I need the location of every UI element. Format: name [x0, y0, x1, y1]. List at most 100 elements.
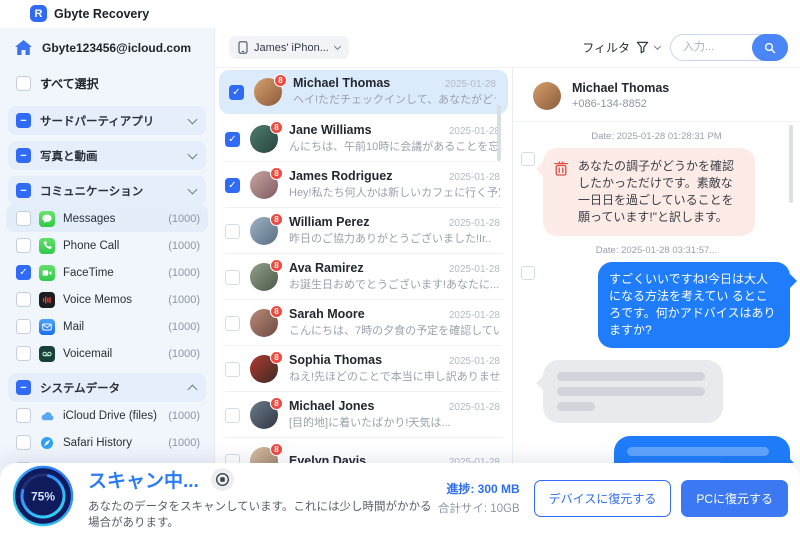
message-date: Date: 2025-01-28 01:28:31 PM: [591, 131, 722, 142]
safari-history-checkbox[interactable]: [16, 435, 31, 450]
sidebar-item-label: Voicemail: [63, 347, 113, 360]
item-count: (1000): [168, 266, 200, 279]
chat-contact-phone: +086-134-8852: [572, 98, 647, 110]
voicemail-checkbox[interactable]: [16, 346, 31, 361]
sidebar-item-icloud-drive[interactable]: iCloud Drive (files) (1000): [0, 402, 214, 429]
redacted-line: [557, 387, 705, 396]
chat-scrollbar[interactable]: [789, 125, 793, 203]
group-third-party-checkbox[interactable]: [16, 113, 31, 128]
contact-name: Michael Jones: [289, 399, 375, 413]
group-photos[interactable]: 写真と動画: [8, 141, 206, 170]
icloud-drive-checkbox[interactable]: [16, 408, 31, 423]
filter-control[interactable]: フィルタ: [582, 39, 662, 56]
search-input[interactable]: [683, 36, 753, 58]
avatar: 8: [250, 443, 283, 463]
select-all-row[interactable]: すべて選択: [0, 65, 214, 100]
unread-badge: 8: [274, 74, 287, 87]
avatar: 8: [250, 397, 283, 429]
thread-row[interactable]: 8 Ava Ramirez 2025-01-28 お誕生日おめでとうございます!あな…: [215, 254, 512, 300]
group-communication[interactable]: コミュニケーション: [8, 176, 206, 205]
list-scrollbar[interactable]: [497, 105, 501, 161]
thread-row[interactable]: 8 Evelyn Davis 2025-01-28: [215, 438, 512, 463]
group-system-checkbox[interactable]: [16, 380, 31, 395]
chat-contact-name: Michael Thomas: [572, 81, 670, 95]
thread-checkbox[interactable]: [229, 84, 244, 100]
thread-checkbox[interactable]: [225, 131, 240, 147]
thread-checkbox[interactable]: [225, 177, 240, 193]
contact-name: William Perez: [289, 215, 370, 229]
message-text: あなたの調子がどうかを確認したかっただけです。素敵な一日日を過ごしていることを願…: [578, 159, 735, 224]
deleted-message-bubble: あなたの調子がどうかを確認したかっただけです。素敵な一日日を過ごしていることを願…: [536, 148, 755, 236]
thread-date: 2025-01-28: [444, 79, 496, 90]
progress-ring: 75%: [12, 465, 74, 532]
sidebar-item-phone-call[interactable]: Phone Call (1000): [0, 232, 214, 259]
group-photos-checkbox[interactable]: [16, 148, 31, 163]
thread-checkbox[interactable]: [225, 453, 240, 463]
select-all-checkbox[interactable]: [16, 76, 31, 91]
chevron-down-icon: [187, 114, 198, 124]
contact-name: Ava Ramirez: [289, 261, 364, 275]
group-system-data[interactable]: システムデータ: [8, 373, 206, 402]
account-row[interactable]: Gbyte123456@icloud.com: [0, 28, 214, 65]
voice-memos-checkbox[interactable]: [16, 292, 31, 307]
home-icon: [15, 40, 32, 55]
restore-to-pc-button[interactable]: PCに復元する: [681, 479, 788, 517]
avatar: 8: [254, 74, 287, 106]
sent-message-bubble: すごくいいですね!今日は大人になる方法を考えてい るところです。何かアドバイスは…: [598, 262, 797, 348]
stop-scan-button[interactable]: [210, 468, 234, 491]
contact-name: Sarah Moore: [289, 307, 365, 321]
sidebar-item-facetime[interactable]: FaceTime (1000): [0, 259, 214, 286]
scan-status-sheet: 75% スキャン中... あなたのデータをスキャンしています。これには少し時間が…: [0, 463, 800, 533]
app-window: R Gbyte Recovery Gbyte123456@icloud.com …: [0, 0, 800, 533]
sidebar-item-label: Messages: [63, 212, 116, 225]
device-selector[interactable]: James' iPhon...: [229, 36, 349, 59]
thread-row[interactable]: 8 James Rodriguez 2025-01-28 Hey!私たち何人かは新し…: [215, 162, 512, 208]
mail-checkbox[interactable]: [16, 319, 31, 334]
thread-date: 2025-01-28: [448, 126, 500, 137]
thread-row[interactable]: 8 Michael Jones 2025-01-28 [目的地]に着いたばかり!天気…: [215, 392, 512, 438]
sidebar-item-voicemail[interactable]: Voicemail (1000): [0, 340, 214, 367]
chat-header: Michael Thomas +086-134-8852: [513, 68, 800, 122]
message-checkbox[interactable]: [521, 266, 535, 280]
group-communication-checkbox[interactable]: [16, 183, 31, 198]
item-count: (1000): [168, 347, 200, 360]
safari-icon: [39, 435, 55, 451]
sidebar-item-mail[interactable]: Mail (1000): [0, 313, 214, 340]
select-all-label: すべて選択: [40, 77, 99, 91]
thread-checkbox[interactable]: [225, 361, 240, 377]
chat-panel: Michael Thomas +086-134-8852 Date: 2025-…: [512, 68, 800, 463]
sidebar-item-voice-memos[interactable]: Voice Memos (1000): [0, 286, 214, 313]
thread-row[interactable]: 8 Jane Williams 2025-01-28 んにちは、午前10時に会議があ…: [215, 116, 512, 162]
phone-call-checkbox[interactable]: [16, 238, 31, 253]
thread-row[interactable]: 8 William Perez 2025-01-28 昨日のご協力ありがとうございま…: [215, 208, 512, 254]
sidebar-item-label: Mail: [63, 320, 85, 333]
sidebar-item-messages[interactable]: Messages (1000): [6, 205, 208, 232]
group-third-party[interactable]: サードパーティアプリ: [8, 106, 206, 135]
unread-badge: 8: [270, 167, 283, 180]
contact-name: Sophia Thomas: [289, 353, 383, 367]
item-count: (1000): [168, 409, 200, 422]
message-row: あなたの調子がどうかを確認したかっただけです。素敵な一日日を過ごしていることを願…: [513, 148, 800, 236]
progress-percent-text: 75%: [31, 489, 55, 503]
voice-memos-icon: [39, 291, 55, 308]
scan-status-description: あなたのデータをスキャンしています。これには少し時間がかかる場合があります。: [88, 501, 432, 529]
facetime-checkbox[interactable]: [16, 265, 31, 280]
sidebar-item-label: Safari History: [63, 436, 133, 449]
thread-checkbox[interactable]: [225, 269, 240, 285]
item-count: (1000): [168, 293, 200, 306]
thread-checkbox[interactable]: [225, 223, 240, 239]
thread-row[interactable]: 8 Sophia Thomas 2025-01-28 ねえ!先ほどのことで本当に申し…: [215, 346, 512, 392]
restore-to-device-button[interactable]: デバイスに復元する: [533, 479, 672, 517]
sidebar-item-safari-history[interactable]: Safari History (1000): [0, 429, 214, 456]
thread-checkbox[interactable]: [225, 315, 240, 331]
message-checkbox[interactable]: [521, 152, 535, 166]
messages-checkbox[interactable]: [16, 211, 31, 226]
thread-checkbox[interactable]: [225, 407, 240, 423]
total-size-label: 合計サイ: 10GB: [437, 503, 520, 515]
thread-row[interactable]: 8 Sarah Moore 2025-01-28 こんにちは、7時の夕食の予定を確認…: [215, 300, 512, 346]
scan-status-title: スキャン中...: [88, 471, 199, 492]
thread-row[interactable]: 8 Michael Thomas 2025-01-28 ヘイ!ただチェックインして、…: [219, 70, 508, 114]
group-system-label: システムデータ: [40, 382, 121, 395]
avatar: 8: [250, 305, 283, 337]
search-button[interactable]: [752, 34, 788, 61]
